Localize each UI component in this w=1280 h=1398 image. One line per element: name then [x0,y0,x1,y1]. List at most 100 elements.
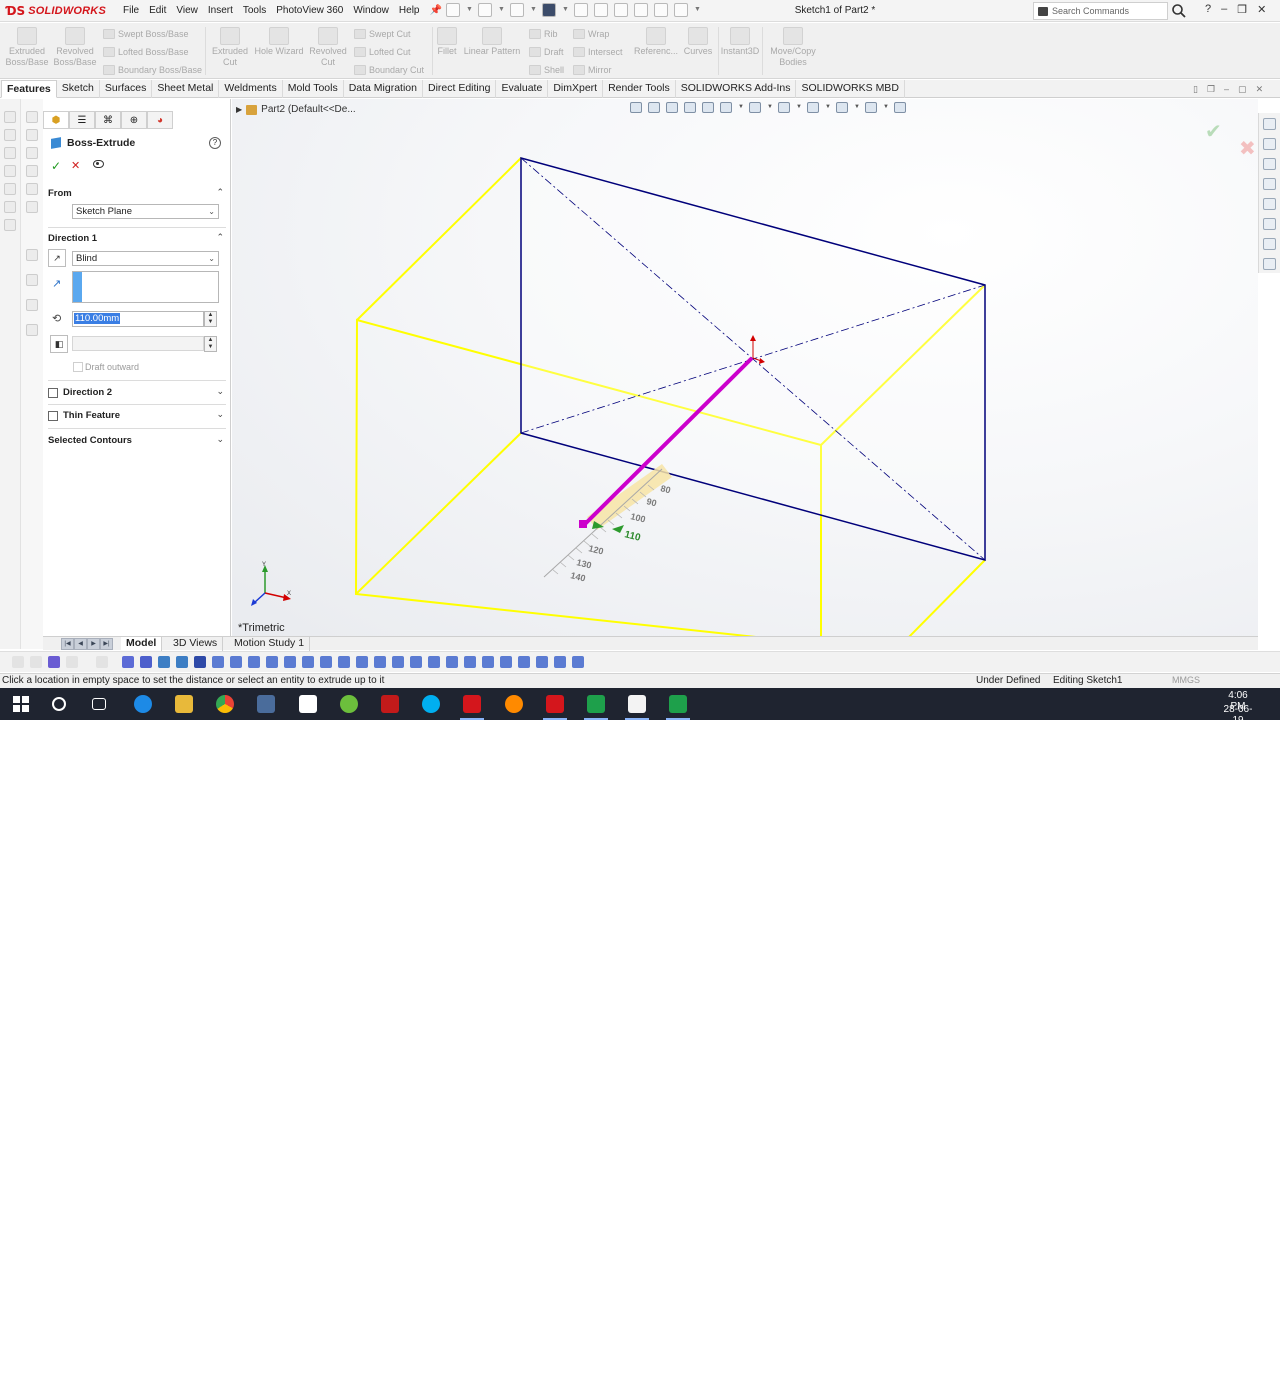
volume-icon[interactable]: ◁ [1139,1386,1151,1398]
direction2-checkbox[interactable] [48,387,58,398]
filter-icon[interactable] [26,129,38,141]
shell-button[interactable]: Shell [529,65,564,75]
feature-tree-flyout[interactable]: ▶ Part2 (Default<<De... [236,104,356,115]
search-commands-input[interactable]: Search Commands [1033,2,1168,20]
solidworks-logo[interactable]: ƊS SOLIDWORKS [6,3,106,19]
hole-wizard-button[interactable]: Hole Wizard [254,27,304,57]
linear-pattern-button[interactable]: Linear Pattern [461,27,523,57]
tab-features[interactable]: Features [1,80,57,98]
windows-start-icon[interactable] [12,695,30,713]
menu-edit[interactable]: Edit [144,4,171,18]
display-style-icon[interactable] [749,102,761,113]
sketch-tool-icon[interactable] [356,656,368,668]
chevron-down-icon[interactable]: ▼ [562,3,569,17]
filter-icon[interactable] [26,249,38,261]
solidworks-2016-icon[interactable] [460,695,484,720]
cortana-search-icon[interactable] [52,697,66,711]
confirmation-ok-icon[interactable]: ✔ [1205,119,1222,144]
tab-evaluate[interactable]: Evaluate [496,80,549,98]
filter-icon[interactable] [26,183,38,195]
strip-tool-icon[interactable] [4,147,16,159]
prev-tab-icon[interactable]: ◀ [74,638,87,650]
filter-icon[interactable] [26,201,38,213]
file-properties-icon[interactable] [654,3,668,17]
tab-3d-views[interactable]: 3D Views [168,637,224,651]
tab-surfaces[interactable]: Surfaces [100,80,153,98]
tab-sheet-metal[interactable]: Sheet Metal [152,80,220,98]
depth-ruler[interactable]: 80 90 100 110 120 130 140 [543,464,672,584]
rebuild-icon[interactable] [634,3,648,17]
sketch-tool-icon[interactable] [302,656,314,668]
depth-spinner[interactable]: ▲ ▼ [204,311,217,327]
next-tab-icon[interactable]: ▶ [87,638,100,650]
sketch-tool-icon[interactable] [266,656,278,668]
sketch-tool-icon[interactable] [194,656,206,668]
direction-reference-selection-box[interactable] [72,271,219,303]
people-icon[interactable]: ♙ [1047,1386,1059,1398]
from-group-header[interactable]: From ⌃ [48,187,226,199]
sketch-tool-icon[interactable] [500,656,512,668]
chevron-down-icon[interactable]: ▼ [530,3,537,17]
model-scene[interactable]: 80 90 100 110 120 130 140 Y X [232,99,1258,636]
property-manager-tab-icon[interactable]: ☰ [69,111,95,129]
viewport-close-icon[interactable]: ✕ [1256,84,1264,95]
viewport-tile-icon[interactable]: ▯ [1193,84,1198,95]
close-icon[interactable]: ✕ [1257,3,1266,16]
sketch-tool-icon[interactable] [176,656,188,668]
sketch-tool-icon[interactable] [536,656,548,668]
chevron-down-icon[interactable]: ▼ [767,102,773,113]
restore-icon[interactable]: ❐ [1237,3,1247,16]
configuration-manager-tab-icon[interactable]: ⌘ [95,111,121,129]
tab-data-migration[interactable]: Data Migration [344,80,423,98]
pin-icon[interactable]: 📌 [424,4,446,18]
show-hidden-icons-icon[interactable]: ⌃ [1076,1386,1088,1398]
selection-filter-icon[interactable] [48,656,60,668]
edit-appearance-icon[interactable] [807,102,819,113]
filter-icon[interactable] [26,299,38,311]
sketch-tool-icon[interactable] [482,656,494,668]
select-arrow-icon[interactable] [614,3,628,17]
zoom-to-area-icon[interactable] [648,102,660,113]
from-start-condition-select[interactable]: Sketch Plane ⌄ [72,204,219,219]
draft-button[interactable]: Draft [529,47,564,57]
tab-dimxpert[interactable]: DimXpert [548,80,604,98]
display-pane-icon[interactable] [894,102,906,113]
filter-icon[interactable] [26,111,38,123]
view-orientation-icon[interactable] [720,102,732,113]
extruded-cut-button[interactable]: Extruded Cut [208,27,252,68]
tab-model[interactable]: Model [121,637,163,651]
intersect-button[interactable]: Intersect [573,47,623,57]
sketch-tool-icon[interactable] [320,656,332,668]
curves-button[interactable]: Curves [682,27,714,57]
handle-endpoint[interactable] [579,520,587,528]
strip-tool-icon[interactable] [4,129,16,141]
chevron-down-icon[interactable]: ▼ [694,3,701,17]
tab-direct-editing[interactable]: Direct Editing [423,80,497,98]
draft-outward-checkbox[interactable] [73,362,83,372]
viewport-minimize-icon[interactable]: – [1224,84,1229,95]
store-icon[interactable] [257,695,275,713]
confirmation-cancel-icon[interactable]: ✖ [1239,136,1256,161]
chevron-down-icon[interactable]: ▼ [825,102,831,113]
lofted-cut-button[interactable]: Lofted Cut [354,47,411,57]
strip-tool-icon[interactable] [4,165,16,177]
appearances-icon[interactable] [1263,198,1276,210]
tab-motion-study[interactable]: Motion Study 1 [229,637,311,651]
move-copy-bodies-button[interactable]: Move/Copy Bodies [765,27,821,68]
sketch-tool-icon[interactable] [374,656,386,668]
sketch-tool-icon[interactable] [140,656,152,668]
graphics-area[interactable]: 80 90 100 110 120 130 140 Y X ▶ Part2 (D… [232,99,1258,636]
fillet-button[interactable]: Fillet [434,27,460,57]
strip-tool-icon[interactable] [4,201,16,213]
search-icon[interactable] [1171,3,1187,19]
instant3d-button[interactable]: Instant3D [720,27,760,57]
detailed-preview-eye-icon[interactable] [93,160,104,168]
thin-feature-group-header[interactable]: Thin Feature ⌄ [48,409,226,421]
file-explorer-icon[interactable] [1263,158,1276,170]
sketch-tool-icon[interactable] [212,656,224,668]
sketch-tool-icon[interactable] [338,656,350,668]
section-view-icon[interactable] [684,102,696,113]
display-manager-tab-icon[interactable]: ◕ [147,111,173,129]
sketch-tool-icon[interactable] [158,656,170,668]
app-icon[interactable] [381,695,399,713]
